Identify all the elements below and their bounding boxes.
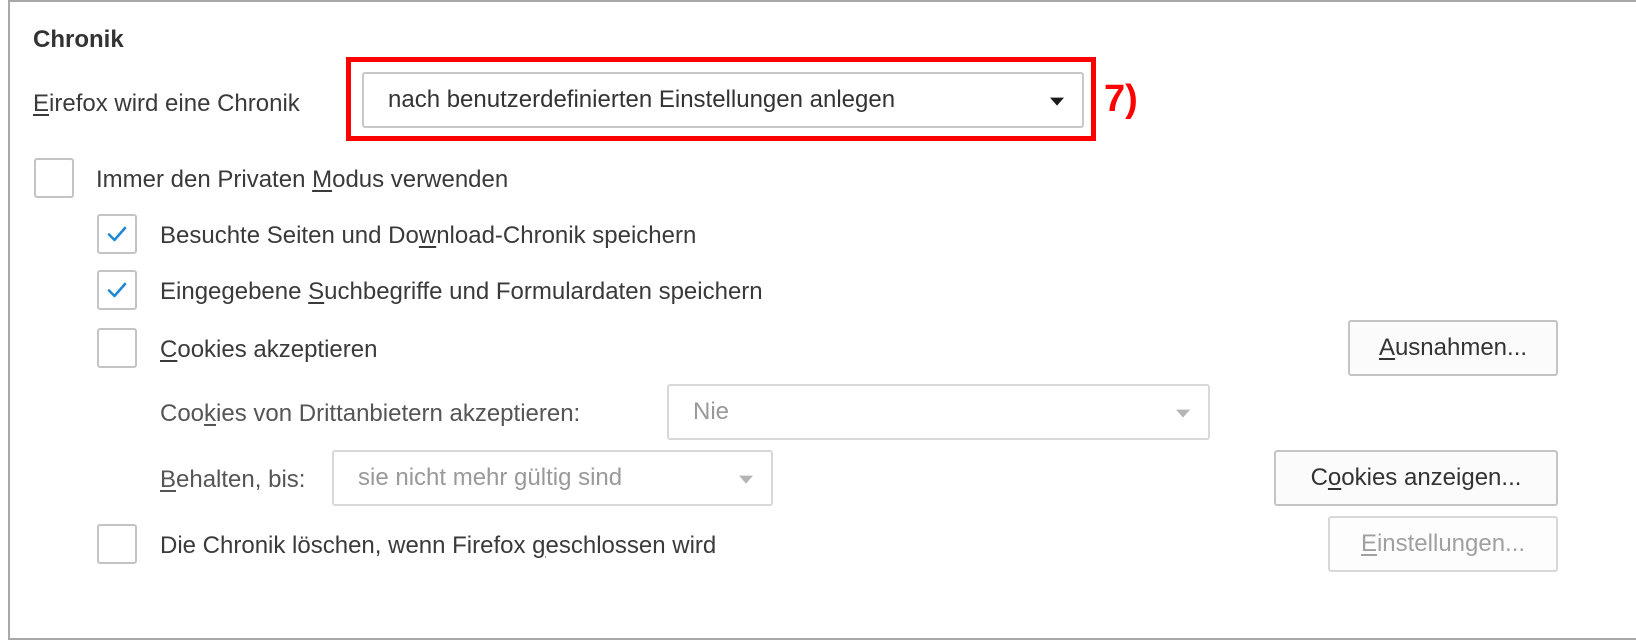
browsing-history-checkbox[interactable]: [97, 214, 137, 254]
chevron-down-icon: [739, 475, 753, 484]
browsing-history-label: Besuchte Seiten und Download-Chronik spe…: [160, 222, 697, 249]
annotation-highlight-box: [346, 57, 1096, 141]
clear-settings-button[interactable]: Einstellungen...: [1328, 516, 1558, 572]
exceptions-button[interactable]: Ausnahmen...: [1348, 320, 1558, 376]
annotation-label: 7): [1104, 78, 1138, 120]
clear-on-close-label: Die Chronik löschen, wenn Firefox geschl…: [160, 532, 717, 559]
form-history-checkbox[interactable]: [97, 270, 137, 310]
form-history-label: Eingegebene Suchbegriffe und Formulardat…: [160, 278, 763, 305]
third-party-cookies-label: Cookies von Drittanbietern akzeptieren:: [160, 400, 581, 427]
accept-cookies-checkbox[interactable]: [97, 328, 137, 368]
chevron-down-icon: [1176, 409, 1190, 418]
clear-on-close-checkbox[interactable]: [97, 524, 137, 564]
third-party-cookies-select[interactable]: Nie: [667, 384, 1210, 440]
history-mode-label: Eirefox wird eine Chronik: [33, 90, 300, 117]
checkmark-icon: [107, 282, 127, 298]
show-cookies-button[interactable]: Co okies anzeigen...: [1274, 450, 1558, 506]
private-mode-checkbox[interactable]: [34, 158, 74, 198]
private-mode-label: Immer den Privaten Modus verwenden: [96, 166, 509, 193]
keep-until-value: sie nicht mehr gültig sind: [358, 464, 623, 491]
third-party-cookies-value: Nie: [693, 398, 730, 425]
section-title: Chronik: [33, 26, 124, 53]
accept-cookies-label: Cookies akzeptieren: [160, 336, 378, 363]
keep-until-select[interactable]: sie nicht mehr gültig sind: [332, 450, 773, 506]
checkmark-icon: [107, 226, 127, 242]
keep-until-label: Behalten, bis:: [160, 466, 306, 493]
